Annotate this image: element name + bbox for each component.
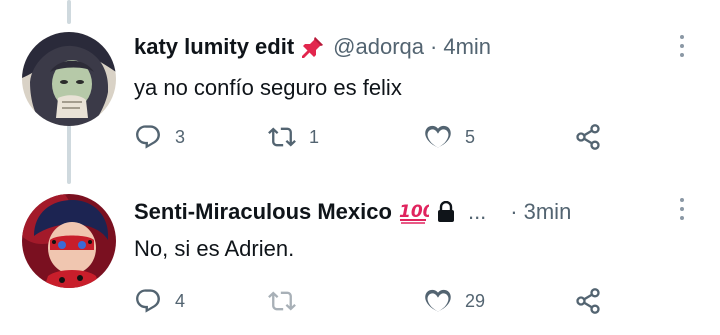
pin-emoji-badge <box>301 35 325 59</box>
tweet-text: No, si es Adrien. <box>134 236 295 261</box>
reply-button[interactable]: 3 <box>134 122 185 152</box>
reply-icon <box>136 125 160 149</box>
name-ellipsis: ... <box>467 199 487 224</box>
avatar[interactable] <box>22 32 116 126</box>
reply-icon <box>136 289 160 313</box>
tweet[interactable]: katy lumity edit @adorqa · 4min ya no co… <box>0 0 720 170</box>
tweet-actions: 3 1 5 <box>134 122 614 152</box>
tweet[interactable]: Senti-Miraculous Mexico 100 ... · 3min N… <box>0 170 720 335</box>
timestamp[interactable]: 3min <box>524 198 572 226</box>
tweet-actions: 4 29 <box>134 286 614 316</box>
like-button[interactable]: 5 <box>424 122 475 152</box>
share-icon <box>576 288 600 314</box>
share-button[interactable] <box>574 122 602 152</box>
avatar[interactable] <box>22 194 116 288</box>
tweet-header: katy lumity edit @adorqa · 4min <box>134 33 491 61</box>
retweet-icon <box>268 291 296 311</box>
author-name[interactable]: katy lumity edit <box>134 33 294 61</box>
more-options-icon[interactable] <box>680 198 686 220</box>
heart-icon <box>425 125 451 148</box>
retweet-button[interactable] <box>268 286 296 316</box>
tweet-text: ya no confío seguro es felix <box>134 75 402 100</box>
more-options-icon[interactable] <box>680 35 686 57</box>
reply-count: 4 <box>175 290 186 311</box>
separator-dot: · <box>430 34 438 59</box>
share-button[interactable] <box>574 286 602 316</box>
tweet-header: Senti-Miraculous Mexico 100 ... · 3min <box>134 198 571 226</box>
heart-icon <box>425 289 451 312</box>
retweet-icon <box>268 127 296 147</box>
timestamp[interactable]: 4min <box>443 33 491 61</box>
like-count: 29 <box>465 290 486 311</box>
reply-button[interactable]: 4 <box>134 286 185 316</box>
retweet-count: 1 <box>309 126 320 147</box>
share-icon <box>576 124 600 150</box>
hundred-emoji-badge: 100 <box>399 200 429 224</box>
like-button[interactable]: 29 <box>424 286 485 316</box>
author-name[interactable]: Senti-Miraculous Mexico <box>134 198 392 226</box>
like-count: 5 <box>465 126 476 147</box>
hundred-points-icon: 100 <box>399 202 429 224</box>
lock-icon <box>436 201 456 223</box>
retweet-button[interactable]: 1 <box>268 122 319 152</box>
author-handle[interactable]: @adorqa <box>333 33 424 61</box>
pushpin-icon <box>302 37 324 58</box>
separator-dot: · <box>510 199 518 224</box>
reply-count: 3 <box>175 126 186 147</box>
